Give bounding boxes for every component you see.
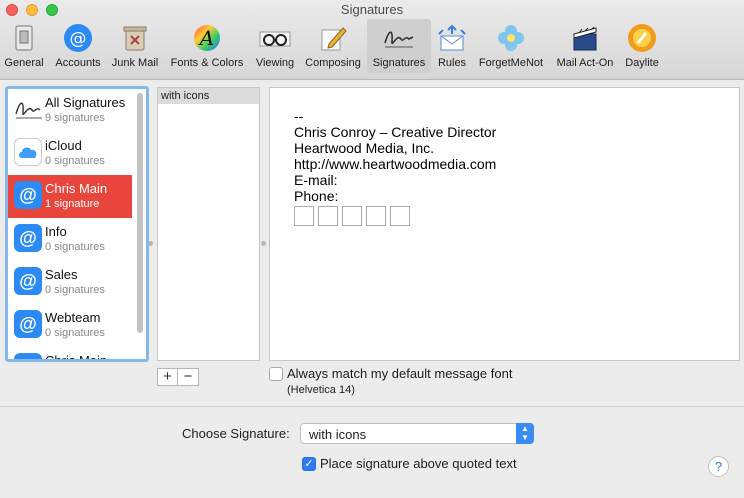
account-info[interactable]: @ Info 0 signatures bbox=[8, 218, 132, 261]
fonts-icon: A bbox=[191, 22, 223, 54]
account-chris-main[interactable]: @ Chris Main 1 signature bbox=[8, 175, 132, 218]
signature-text[interactable]: -- Chris Conroy – Creative Director Hear… bbox=[294, 108, 496, 204]
choose-signature-select[interactable]: with icons ▲ ▼ bbox=[300, 423, 534, 444]
at-icon: @ bbox=[14, 181, 42, 209]
rules-icon bbox=[436, 22, 468, 54]
image-placeholder-icon bbox=[318, 206, 338, 226]
at-icon: @ bbox=[14, 310, 42, 338]
at-icon: @ bbox=[14, 224, 42, 252]
at-icon: @ bbox=[62, 22, 94, 54]
image-placeholder-icon bbox=[366, 206, 386, 226]
toolbar-mail-act-on[interactable]: Mail Act-On bbox=[552, 19, 618, 73]
at-icon: @ bbox=[14, 353, 42, 359]
account-sales[interactable]: @ Sales 0 signatures bbox=[8, 261, 132, 304]
clapper-icon bbox=[569, 22, 601, 54]
toolbar-viewing[interactable]: Viewing bbox=[252, 19, 298, 73]
font-hint: (Helvetica 14) bbox=[287, 384, 355, 396]
toolbar-forgetmenot[interactable]: ForgetMeNot bbox=[474, 19, 548, 73]
account-webteam[interactable]: @ Webteam 0 signatures bbox=[8, 304, 132, 347]
accounts-scrollbar[interactable] bbox=[137, 93, 143, 333]
toolbar-junk-mail[interactable]: Junk Mail bbox=[108, 19, 162, 73]
at-icon: @ bbox=[14, 267, 42, 295]
add-remove-control: + − bbox=[157, 368, 199, 386]
toolbar-composing[interactable]: Composing bbox=[302, 19, 364, 73]
splitter-handle[interactable] bbox=[148, 241, 153, 246]
toolbar-daylite[interactable]: Daylite bbox=[620, 19, 664, 73]
signature-editor[interactable]: -- Chris Conroy – Creative Director Hear… bbox=[269, 87, 740, 361]
toolbar-signatures[interactable]: Signatures bbox=[367, 19, 431, 73]
remove-signature-button[interactable]: − bbox=[178, 368, 199, 386]
place-above-checkbox[interactable]: ✓ bbox=[302, 457, 316, 471]
match-font-checkbox[interactable] bbox=[269, 367, 283, 381]
help-button[interactable]: ? bbox=[708, 456, 729, 477]
signature-icon bbox=[383, 22, 415, 54]
trash-icon bbox=[119, 22, 151, 54]
cloud-icon bbox=[14, 138, 42, 166]
svg-text:A: A bbox=[198, 26, 214, 50]
divider bbox=[0, 406, 744, 407]
toolbar-accounts[interactable]: @ Accounts bbox=[52, 19, 104, 73]
choose-signature-label: Choose Signature: bbox=[182, 426, 290, 441]
signature-icon bbox=[14, 95, 42, 123]
accounts-list[interactable]: All Signatures 9 signatures iCloud 0 sig… bbox=[5, 86, 149, 362]
svg-text:@: @ bbox=[70, 29, 87, 49]
toolbar-rules[interactable]: Rules bbox=[434, 19, 470, 73]
toolbar-fonts-colors[interactable]: A Fonts & Colors bbox=[166, 19, 248, 73]
window-title: Signatures bbox=[340, 2, 404, 17]
glasses-icon bbox=[259, 22, 291, 54]
signature-image-placeholders bbox=[294, 206, 410, 226]
chevron-updown-icon: ▲ ▼ bbox=[516, 423, 534, 444]
account-chris-main-2[interactable]: @ Chris Main bbox=[8, 347, 132, 359]
account-icloud[interactable]: iCloud 0 signatures bbox=[8, 132, 132, 175]
pencil-icon bbox=[317, 22, 349, 54]
flower-icon bbox=[495, 22, 527, 54]
signatures-list[interactable]: with icons bbox=[157, 87, 260, 361]
toolbar: Signatures General @ Accounts Junk Mail … bbox=[0, 0, 744, 80]
toolbar-general[interactable]: General bbox=[4, 19, 44, 73]
splitter-handle[interactable] bbox=[261, 241, 266, 246]
switch-icon bbox=[8, 22, 40, 54]
image-placeholder-icon bbox=[342, 206, 362, 226]
account-all-signatures[interactable]: All Signatures 9 signatures bbox=[8, 89, 132, 132]
add-signature-button[interactable]: + bbox=[157, 368, 178, 386]
signature-item[interactable]: with icons bbox=[158, 88, 259, 104]
image-placeholder-icon bbox=[294, 206, 314, 226]
daylite-icon bbox=[626, 22, 658, 54]
image-placeholder-icon bbox=[390, 206, 410, 226]
place-above-label: Place signature above quoted text bbox=[320, 456, 517, 471]
match-font-label: Always match my default message font bbox=[287, 366, 513, 381]
